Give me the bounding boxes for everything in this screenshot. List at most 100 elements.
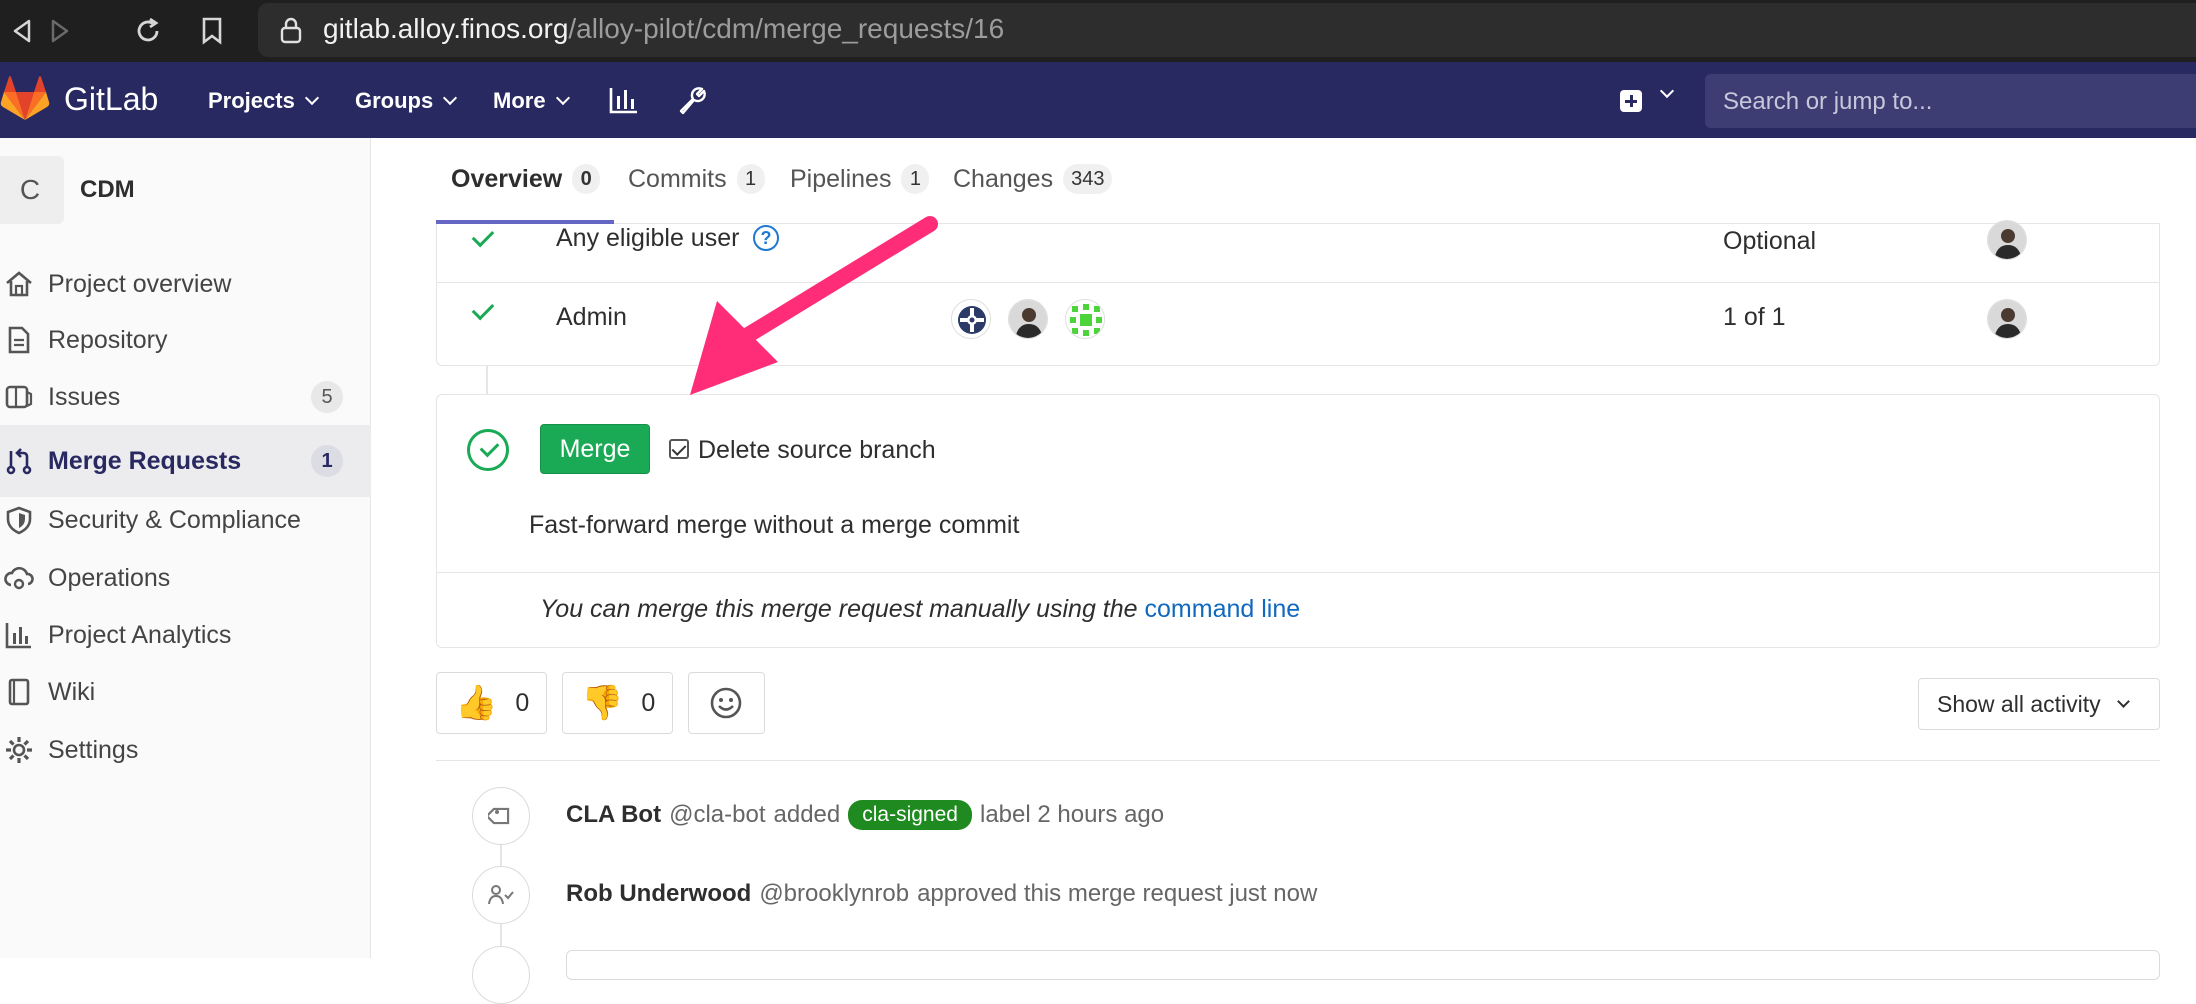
browser-toolbar: gitlab.alloy.finos.org/alloy-pilot/cdm/m… [0, 0, 2196, 62]
chevron-down-icon [555, 90, 570, 106]
timeline-divider [436, 760, 2160, 761]
merge-widget: Merge Delete source branch Fast-forward … [436, 394, 2160, 648]
sidebar-item-label: Project Analytics [48, 620, 232, 649]
sidebar-item-issues[interactable]: Issues 5 [0, 361, 371, 433]
new-item-icon[interactable] [1620, 90, 1642, 112]
bookmark-icon[interactable] [194, 13, 230, 49]
cloud-gear-icon [4, 566, 34, 590]
search-placeholder: Search or jump to... [1723, 88, 1933, 115]
add-reaction-button[interactable] [688, 672, 765, 734]
shield-icon [6, 506, 32, 535]
help-icon[interactable]: ? [753, 225, 779, 251]
tab-pipelines[interactable]: Pipelines 1 [790, 164, 930, 194]
delete-source-branch-label[interactable]: Delete source branch [698, 436, 936, 465]
sidebar-item-label: Merge Requests [48, 446, 242, 475]
author-handle[interactable]: @brooklynrob [759, 880, 909, 908]
wrench-icon[interactable] [676, 84, 708, 116]
approval-rule-name: Admin [556, 303, 627, 331]
command-line-link[interactable]: command line [1145, 595, 1301, 623]
thumbsdown-button[interactable]: 👎 0 [562, 672, 673, 734]
smiley-icon [710, 687, 742, 719]
url-text: gitlab.alloy.finos.org/alloy-pilot/cdm/m… [323, 13, 1005, 44]
sidebar-item-label: Project overview [48, 269, 232, 298]
sidebar-item-label: Issues [48, 382, 121, 411]
gitlab-header: GitLab Projects Groups More Search or ju… [0, 62, 2196, 138]
analytics-icon [5, 623, 31, 649]
author-name[interactable]: Rob Underwood [566, 880, 751, 908]
sidebar-item-label: Security & Compliance [48, 505, 301, 534]
merge-divider [437, 572, 2159, 573]
gitlab-logo-icon[interactable] [0, 76, 50, 122]
approval-rule-name: Any eligible user [556, 224, 740, 252]
avatar[interactable] [1065, 299, 1105, 339]
project-name[interactable]: CDM [80, 176, 135, 204]
tab-count-badge: 1 [901, 164, 930, 194]
search-input[interactable]: Search or jump to... [1705, 74, 2196, 128]
projects-menu[interactable]: Projects [208, 88, 319, 114]
avatar[interactable] [1008, 299, 1048, 339]
chevron-down-icon [2116, 695, 2130, 708]
thumbsdown-icon: 👎 [581, 683, 624, 723]
tab-count-badge: 1 [736, 164, 765, 194]
sidebar-item-settings[interactable]: Settings [0, 714, 371, 786]
tab-commits[interactable]: Commits 1 [628, 164, 765, 194]
address-bar[interactable]: gitlab.alloy.finos.org/alloy-pilot/cdm/m… [258, 3, 2196, 57]
timeline-connector [486, 366, 488, 394]
author-name[interactable]: CLA Bot [566, 801, 661, 829]
tab-changes[interactable]: Changes 343 [953, 164, 1113, 194]
author-handle[interactable]: @cla-bot [669, 801, 765, 829]
timeline-event: Rob Underwood @brooklynrob approved this… [566, 880, 1318, 908]
thumbsup-button[interactable]: 👍 0 [436, 672, 547, 734]
chevron-down-icon [304, 90, 319, 106]
thumbsdown-count: 0 [641, 688, 656, 717]
gitlab-brand[interactable]: GitLab [64, 81, 158, 118]
timeline-event: CLA Bot @cla-bot added cla-signed label … [566, 800, 1165, 830]
chevron-down-icon[interactable] [1659, 83, 1675, 99]
approvals-table: Any eligible user ? Optional Admin 1 of … [436, 220, 2160, 366]
comment-box[interactable] [566, 950, 2160, 980]
more-menu[interactable]: More [493, 88, 570, 114]
avatar[interactable] [1987, 299, 2027, 339]
approval-status: Optional [1723, 227, 1817, 255]
forward-icon[interactable] [42, 13, 78, 49]
approval-icon [472, 866, 530, 924]
issues-icon [5, 385, 33, 409]
success-check-icon [467, 429, 509, 471]
tab-count-badge: 0 [572, 164, 601, 194]
fast-forward-info: Fast-forward merge without a merge commi… [529, 511, 1020, 539]
avatar[interactable] [951, 299, 991, 339]
sidebar-item-label: Settings [48, 735, 139, 764]
comment-icon [472, 946, 530, 1004]
home-icon [6, 271, 32, 297]
tag-icon [472, 787, 530, 845]
tab-overview[interactable]: Overview 0 [451, 164, 601, 194]
merge-requests-count-badge: 1 [311, 445, 343, 477]
document-icon [8, 326, 30, 354]
manual-merge-info: You can merge this merge request manuall… [540, 595, 1301, 623]
groups-menu[interactable]: Groups [355, 88, 458, 114]
gear-icon [6, 737, 32, 763]
label-pill[interactable]: cla-signed [848, 800, 972, 830]
tab-count-badge: 343 [1063, 164, 1113, 194]
approval-status: 1 of 1 [1723, 303, 1786, 331]
approval-row: Any eligible user ? Optional [437, 220, 2159, 282]
project-avatar[interactable]: C [0, 156, 64, 224]
activity-chart-icon[interactable] [608, 84, 640, 116]
thumbsup-count: 0 [515, 688, 530, 717]
check-icon [471, 297, 495, 321]
avatar[interactable] [1987, 220, 2027, 260]
delete-source-branch-checkbox[interactable] [669, 439, 689, 459]
check-icon [471, 224, 495, 248]
merge-request-icon [6, 448, 32, 475]
reload-icon[interactable] [130, 13, 166, 49]
merge-button[interactable]: Merge [540, 424, 650, 474]
chevron-down-icon [443, 90, 458, 106]
thumbsup-icon: 👍 [455, 683, 498, 723]
activity-filter-dropdown[interactable]: Show all activity [1918, 678, 2160, 730]
lock-icon [280, 17, 302, 44]
back-icon[interactable] [4, 13, 40, 49]
approval-row: Admin 1 of 1 [437, 283, 2159, 365]
sidebar-item-label: Operations [48, 563, 171, 592]
project-sidebar: C CDM Project overview Repository Issues… [0, 138, 371, 958]
sidebar-item-label: Wiki [48, 677, 96, 706]
